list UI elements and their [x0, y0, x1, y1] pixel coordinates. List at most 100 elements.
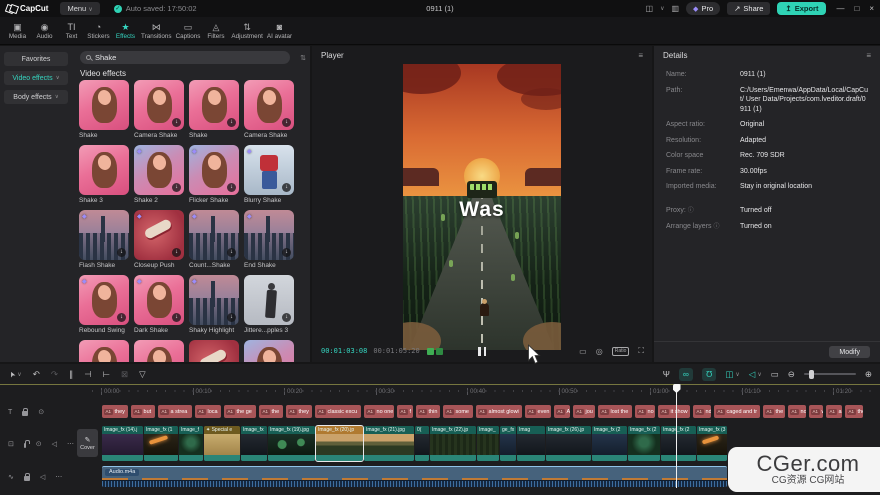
effect-count-shake[interactable]: ◆↓Count...Shake [189, 210, 239, 271]
zoom-out-icon[interactable]: ⊖ [788, 369, 795, 380]
caption-clip[interactable]: A1the [259, 405, 283, 418]
caption-clip[interactable]: A1no [635, 405, 655, 418]
audio-clip[interactable]: Audio.m4a [102, 466, 727, 487]
fullscreen-icon[interactable]: ⛶ [638, 346, 644, 356]
caption-clip[interactable]: A1they [286, 405, 312, 418]
video-clip[interactable]: Image_fx (2 [592, 426, 627, 461]
video-clip[interactable]: Image_fx (2 [628, 426, 660, 461]
category-favorites[interactable]: Favorites [4, 52, 68, 66]
caption-clip[interactable]: A1they [102, 405, 128, 418]
caption-clip[interactable]: A1nd [693, 405, 711, 418]
record-voiceover-icon[interactable]: Ψ [663, 369, 670, 379]
snap-magnet-icon[interactable]: Ω [702, 368, 716, 381]
delete-right-icon[interactable]: ⊢ [103, 369, 110, 380]
share-button[interactable]: ↗Share [727, 2, 770, 15]
caption-clip[interactable]: A1the ge [224, 405, 256, 418]
caption-clip[interactable]: A1caged and tr [714, 405, 760, 418]
effect-shake-3[interactable]: Shake 3 [79, 145, 129, 206]
tab-media[interactable]: ▣Media [4, 22, 31, 40]
zoom-in-icon[interactable]: ⊕ [865, 369, 872, 380]
tab-stickers[interactable]: ◔Stickers [85, 22, 112, 40]
effect-partial[interactable] [189, 340, 239, 362]
video-clip[interactable]: Image_fx (19).jpg [268, 426, 315, 461]
effect-flash-shake[interactable]: ◆↓Flash Shake [79, 210, 129, 271]
text-track-icon[interactable]: T [8, 409, 12, 416]
visibility-icon[interactable]: ⊙ [38, 408, 44, 416]
effect-partial[interactable] [134, 340, 184, 362]
video-clip[interactable]: Image_fx (20).jp [316, 426, 363, 461]
tab-captions[interactable]: ▭Captions [174, 22, 203, 40]
tab-adjustment[interactable]: ⇅Adjustment [229, 22, 265, 40]
audio-track-icon[interactable]: ∿ [8, 473, 14, 481]
keyframe-link-icon[interactable]: ∞ [679, 368, 693, 381]
search-filter-icon[interactable]: ⇅ [300, 54, 306, 62]
caption-clip[interactable]: A1no [788, 405, 806, 418]
effect-partial[interactable] [244, 340, 294, 362]
effect-camera-shake[interactable]: ↓Camera Shake [244, 80, 294, 141]
effect-shaky-highlight[interactable]: ◆↓Shaky Highlight [189, 275, 239, 336]
effect-closeup-push[interactable]: ◆↓Closeup Push [134, 210, 184, 271]
effect-end-shake[interactable]: ◆↓End Shake [244, 210, 294, 271]
caption-clip[interactable]: A1some [443, 405, 473, 418]
caption-clip[interactable]: A1loca [195, 405, 221, 418]
visibility-icon[interactable]: ⊙ [36, 440, 42, 448]
effect-partial[interactable] [79, 340, 129, 362]
zoom-slider[interactable] [804, 373, 856, 375]
caption-clip[interactable]: A1the [763, 405, 785, 418]
menu-button[interactable]: Menu ∨ [60, 2, 99, 15]
zoom-slider-handle[interactable] [809, 370, 814, 379]
close-button[interactable]: × [869, 4, 874, 13]
tab-ai-avatar[interactable]: ◙AI avatar [265, 22, 294, 40]
preview-quality-icon[interactable]: ▭ [771, 369, 779, 380]
caption-clip[interactable]: A1it show [658, 405, 690, 418]
export-button[interactable]: ↥Export [777, 2, 826, 15]
video-preview[interactable]: Was [403, 64, 561, 350]
effect-camera-shake[interactable]: ↓Camera Shake [134, 80, 184, 141]
caption-clip[interactable]: A1a strea [158, 405, 192, 418]
track-audio-icon[interactable]: ◁∨ [749, 369, 762, 380]
tab-effects[interactable]: ★Effects [112, 22, 139, 40]
video-clip[interactable]: Image_fx (2 [661, 426, 696, 461]
lock-icon[interactable] [24, 443, 26, 448]
minimize-button[interactable]: — [836, 4, 844, 13]
effect-blurry-shake[interactable]: ◆↓Blurry Shake [244, 145, 294, 206]
caption-clip[interactable]: A1but [131, 405, 155, 418]
video-clip[interactable]: Image_ [477, 426, 499, 461]
cover-button[interactable]: ✎ Cover [77, 429, 98, 457]
lock-icon[interactable] [24, 476, 30, 481]
caption-clip[interactable]: A1the [845, 405, 863, 418]
caption-clip[interactable]: A1w [809, 405, 823, 418]
ratio-button[interactable]: Ratio [612, 347, 630, 356]
modify-button[interactable]: Modify [829, 346, 870, 358]
tab-audio[interactable]: ◉Audio [31, 22, 58, 40]
tab-transitions[interactable]: ⋈Transitions [139, 22, 174, 40]
effect-dark-shake[interactable]: ◆↓Dark Shake [134, 275, 184, 336]
more-icon[interactable]: ⋯ [67, 440, 74, 448]
caption-clip[interactable]: A1jou [573, 405, 595, 418]
video-clip[interactable]: Image_fx (26).jp [546, 426, 591, 461]
pause-button[interactable] [478, 347, 486, 356]
display-mode-icon[interactable]: ▭ [579, 347, 587, 356]
snapshot-icon[interactable]: ◎ [596, 347, 603, 356]
auto-link-icon[interactable]: ◫∨ [725, 369, 739, 380]
caption-clip[interactable]: A1even [525, 405, 551, 418]
caption-clip[interactable]: A1classic excu [315, 405, 361, 418]
caption-clip[interactable]: A1lost the [598, 405, 632, 418]
player-menu-icon[interactable]: ≡ [638, 51, 643, 60]
video-clip[interactable]: Image_f [179, 426, 203, 461]
mute-icon[interactable]: ◁ [40, 473, 45, 481]
details-menu-icon[interactable]: ≡ [866, 51, 871, 60]
undo-icon[interactable]: ↶ [33, 369, 40, 380]
split-icon[interactable]: ∥ [69, 369, 73, 380]
panel-layout-icon[interactable]: ▥ [671, 4, 679, 13]
more-icon[interactable]: ⋯ [55, 473, 62, 481]
video-clip[interactable]: Imag [517, 426, 545, 461]
mute-icon[interactable]: ◁ [52, 440, 57, 448]
layout-icon[interactable]: ◫ [646, 4, 654, 13]
video-clip[interactable]: Image_fx [241, 426, 267, 461]
tab-filters[interactable]: ◬Filters [202, 22, 229, 40]
video-clip[interactable]: ge_fx [500, 426, 516, 461]
tab-text[interactable]: TIText [58, 22, 85, 40]
chevron-down-icon[interactable]: ∨ [735, 371, 739, 378]
caption-clip[interactable]: A1f [397, 405, 413, 418]
